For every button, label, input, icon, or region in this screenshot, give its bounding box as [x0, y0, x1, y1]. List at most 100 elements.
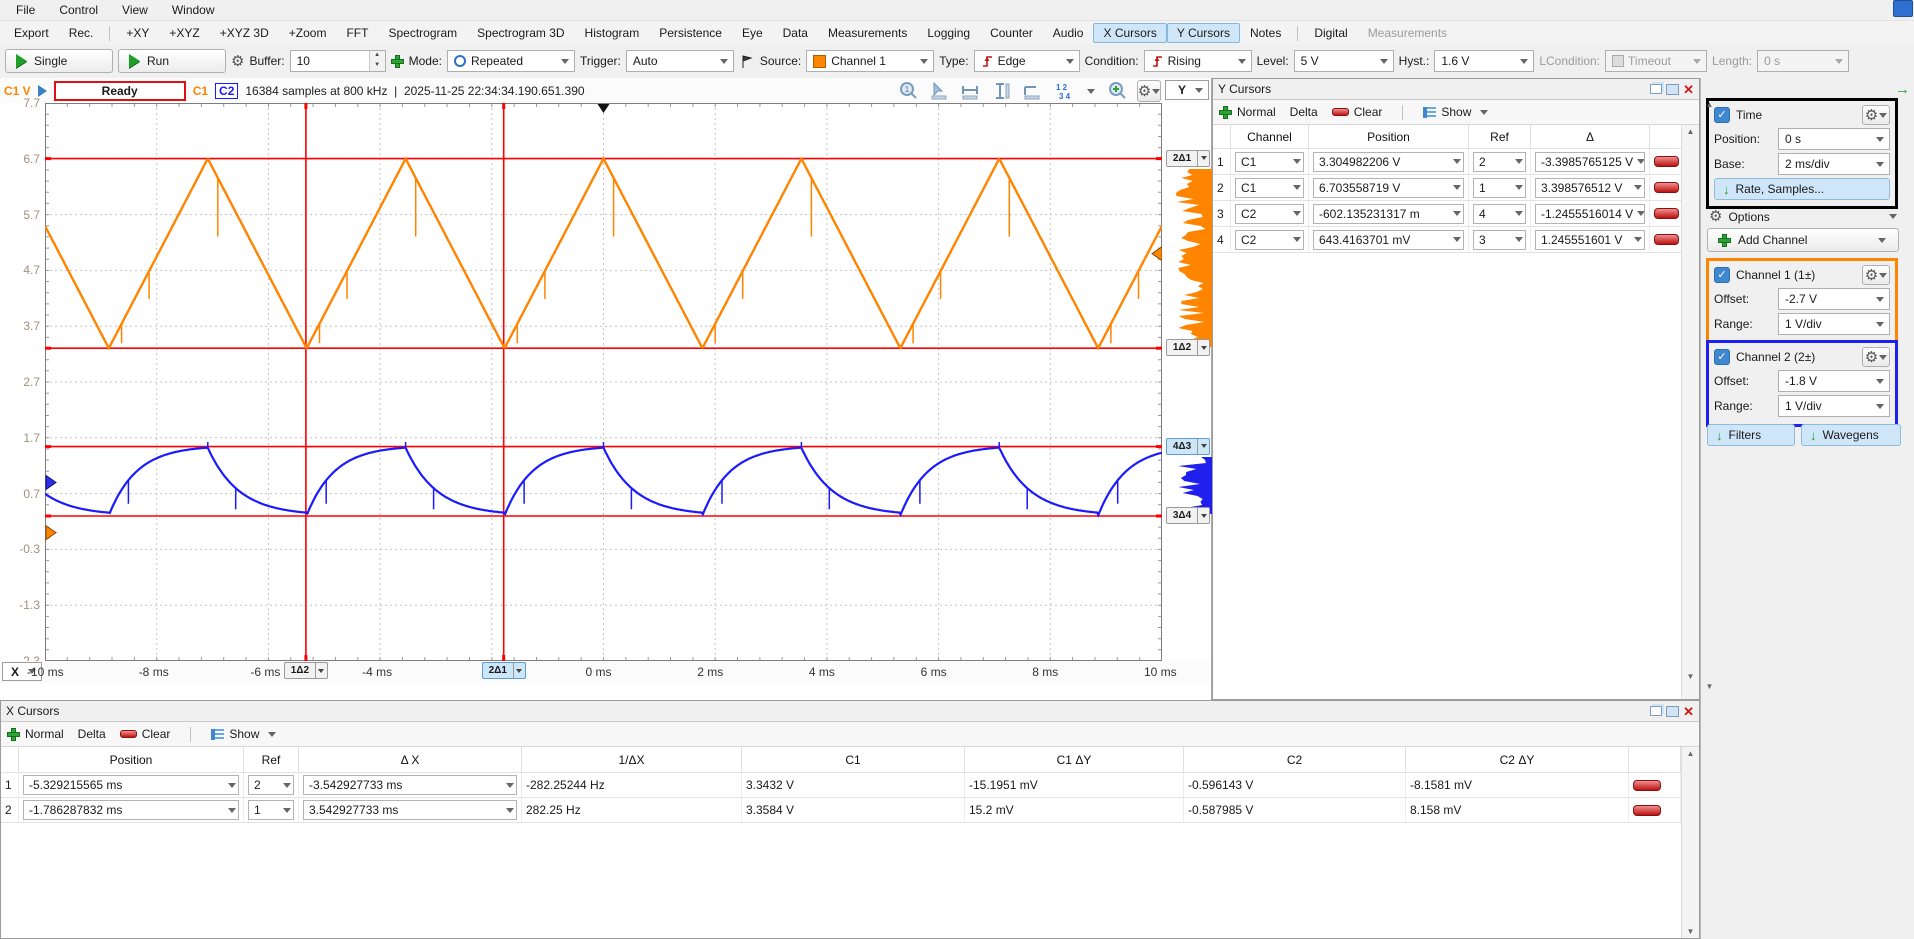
plot-settings-button[interactable]: ⚙ — [1137, 80, 1161, 102]
cell-select[interactable]: C1 — [1235, 152, 1304, 172]
x-cursors-header[interactable]: X Cursors ✕ — [1, 701, 1699, 722]
cell-select[interactable]: C2 — [1235, 204, 1304, 224]
menu-view[interactable]: View — [110, 2, 160, 18]
rate-samples-button[interactable]: ↓ Rate, Samples... — [1714, 178, 1890, 200]
y-cursors-header[interactable]: Y Cursors ✕ — [1213, 79, 1699, 100]
y-cursor-flag-2-1[interactable]: 2Δ1 — [1166, 150, 1210, 167]
x-table-scrollbar[interactable]: ▲ ▼ — [1681, 747, 1699, 938]
spin-down-icon[interactable]: ▼ — [370, 61, 385, 71]
cell-select[interactable]: C2 — [1235, 230, 1304, 250]
wavegens-button[interactable]: ↓ Wavegens — [1801, 424, 1901, 446]
tab-spectrogram-3d[interactable]: Spectrogram 3D — [467, 23, 574, 43]
x-cursor-flag-2-1[interactable]: 2Δ1 — [482, 662, 526, 679]
remove-cursor-button[interactable] — [1633, 780, 1661, 791]
tab-fft[interactable]: FFT — [336, 23, 378, 43]
tab-measurements[interactable]: Measurements — [818, 23, 917, 43]
chevron-down-icon[interactable] — [1087, 89, 1095, 98]
buffer-gear-icon[interactable]: ⚙ — [231, 54, 244, 69]
trigger-position-marker[interactable] — [598, 104, 610, 113]
y-cursor-flag-3-4[interactable]: 3Δ4 — [1166, 507, 1210, 524]
scroll-up-icon[interactable]: ▲ — [1684, 127, 1697, 136]
trigger-select[interactable]: Auto — [626, 50, 734, 72]
level-select[interactable]: 5 V — [1294, 50, 1394, 72]
cell-select[interactable]: 4 — [1473, 204, 1526, 224]
maximize-window-icon[interactable] — [1666, 84, 1679, 95]
zoom-plus-icon[interactable] — [1106, 81, 1128, 101]
run-button[interactable]: Run — [118, 49, 226, 73]
channel2-settings-button[interactable]: ⚙ — [1862, 347, 1890, 367]
pointer-measure-icon[interactable] — [928, 81, 950, 101]
channel2-range-select[interactable]: 1 V/div — [1778, 395, 1890, 417]
tab-notes[interactable]: Notes — [1240, 23, 1291, 43]
tab-counter[interactable]: Counter — [980, 23, 1043, 43]
spinner-arrows[interactable]: ▲▼ — [369, 51, 385, 71]
time-settings-button[interactable]: ⚙ — [1862, 105, 1890, 125]
tab-rec[interactable]: Rec. — [59, 23, 104, 43]
spin-up-icon[interactable]: ▲ — [370, 51, 385, 61]
time-base-select[interactable]: 2 ms/div — [1778, 153, 1890, 175]
cell-select[interactable]: 1 — [248, 800, 294, 820]
cell-select[interactable]: 2 — [248, 775, 294, 795]
remove-cursor-button[interactable] — [1633, 805, 1661, 816]
source-select[interactable]: Channel 1 — [806, 50, 934, 72]
cell-select[interactable]: -602.135231317 m — [1313, 204, 1464, 224]
close-icon[interactable]: ✕ — [1683, 83, 1694, 96]
tab-zoom[interactable]: +Zoom — [279, 23, 337, 43]
channel1-range-select[interactable]: 1 V/div — [1778, 313, 1890, 335]
channel1-zero-marker[interactable] — [46, 526, 56, 540]
channel2-checkbox[interactable]: ✓ — [1714, 349, 1730, 365]
cell-select[interactable]: -1.786287832 ms — [23, 800, 239, 820]
add-normal-cursor-button[interactable]: Normal — [1219, 105, 1276, 119]
flag-dropdown[interactable] — [1197, 439, 1209, 454]
buffer-value[interactable]: 10 — [291, 51, 369, 71]
scroll-down-icon[interactable]: ▼ — [1703, 682, 1716, 691]
scroll-down-icon[interactable]: ▼ — [1684, 927, 1697, 936]
flag-dropdown[interactable] — [315, 663, 327, 678]
y-table-scrollbar[interactable]: ▲ ▼ — [1681, 125, 1699, 699]
cell-select[interactable]: 1.245551601 V — [1535, 230, 1645, 250]
tab-x-cursors[interactable]: X Cursors — [1093, 23, 1166, 43]
tab-xyz[interactable]: +XYZ — [159, 23, 209, 43]
tab-persistence[interactable]: Persistence — [649, 23, 732, 43]
condition-select[interactable]: Rising — [1144, 50, 1252, 72]
cell-select[interactable]: 3.398576512 V — [1535, 178, 1645, 198]
cell-select[interactable]: 6.703558719 V — [1313, 178, 1464, 198]
tab-histogram[interactable]: Histogram — [575, 23, 650, 43]
channels-1234-icon[interactable]: 1 23 4 — [1052, 81, 1074, 101]
horizontal-ruler-icon[interactable] — [959, 81, 981, 101]
flag-dropdown[interactable] — [513, 663, 525, 678]
y-axis-mode-select[interactable]: Y — [1165, 80, 1209, 100]
menu-file[interactable]: File — [4, 2, 47, 18]
add-delta-cursor-button[interactable]: Delta — [1290, 105, 1318, 119]
corner-ruler-icon[interactable] — [1021, 81, 1043, 101]
clear-cursors-button[interactable]: Clear — [1332, 105, 1383, 119]
tab-y-cursors[interactable]: Y Cursors — [1167, 23, 1240, 43]
zoom-full-icon[interactable]: 1 — [897, 81, 919, 101]
add-delta-cursor-button[interactable]: Delta — [78, 727, 106, 741]
x-cursor-flag-1-2[interactable]: 1Δ2 — [284, 662, 328, 679]
length-select[interactable]: 0 s — [1757, 50, 1849, 72]
cell-select[interactable]: 1 — [1473, 178, 1526, 198]
cell-select[interactable]: -5.329215565 ms — [23, 775, 239, 795]
waveform-plot[interactable] — [45, 103, 1162, 661]
tab-xyz-3d[interactable]: +XYZ 3D — [210, 23, 279, 43]
y-cursor-flag-1-2[interactable]: 1Δ2 — [1166, 339, 1210, 356]
time-position-select[interactable]: 0 s — [1778, 128, 1890, 150]
close-icon[interactable]: ✕ — [1683, 705, 1694, 718]
remove-cursor-button[interactable] — [1654, 234, 1679, 245]
restore-window-icon[interactable] — [1650, 706, 1662, 716]
tab-xy[interactable]: +XY — [116, 23, 159, 43]
remove-cursor-button[interactable] — [1654, 156, 1679, 167]
maximize-window-icon[interactable] — [1666, 706, 1679, 717]
cell-select[interactable]: 643.4163701 mV — [1313, 230, 1464, 250]
channel1-tag[interactable]: C1 — [193, 84, 208, 98]
flag-dropdown[interactable] — [1197, 151, 1209, 166]
cell-select[interactable]: 3.304982206 V — [1313, 152, 1464, 172]
add-channel-button[interactable]: Add Channel — [1707, 228, 1899, 252]
time-checkbox[interactable]: ✓ — [1714, 107, 1730, 123]
cell-select[interactable]: -1.2455516014 V — [1535, 204, 1645, 224]
channel1-offset-select[interactable]: -2.7 V — [1778, 288, 1890, 310]
channel2-tag[interactable]: C2 — [215, 83, 238, 99]
remove-cursor-button[interactable] — [1654, 208, 1679, 219]
cell-select[interactable]: 3.542927733 ms — [303, 800, 517, 820]
